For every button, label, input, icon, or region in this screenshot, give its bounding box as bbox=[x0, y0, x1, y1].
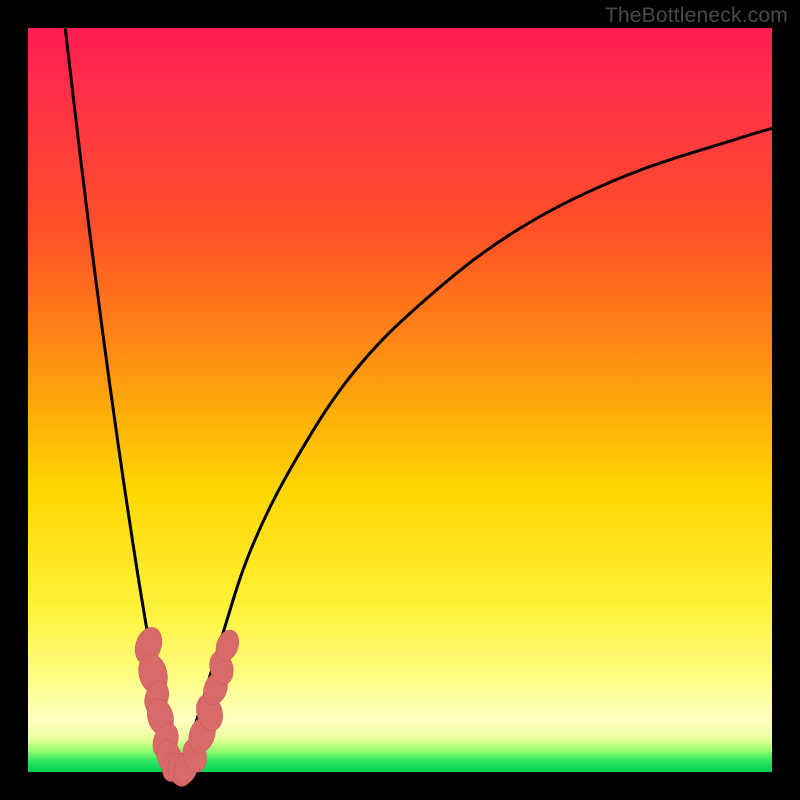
watermark-text: TheBottleneck.com bbox=[605, 4, 788, 28]
chart-svg bbox=[28, 28, 772, 772]
curve-right-branch bbox=[177, 128, 772, 772]
chart-plot-area bbox=[28, 28, 772, 772]
curve-layer bbox=[65, 28, 772, 772]
marker-layer bbox=[131, 624, 243, 789]
chart-frame: TheBottleneck.com bbox=[0, 0, 800, 800]
